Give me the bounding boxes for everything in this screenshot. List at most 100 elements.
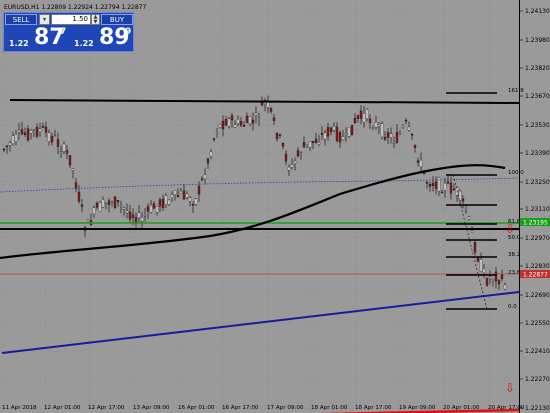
- down-arrow-icon: ⇩: [505, 222, 515, 236]
- price-tick-label: 1.23250: [525, 179, 550, 186]
- candle-body: [326, 127, 330, 137]
- candle-body: [116, 200, 120, 203]
- candle-body: [383, 137, 387, 140]
- candle-body: [224, 119, 228, 126]
- candle-body: [311, 141, 315, 143]
- candle-body: [485, 278, 489, 286]
- candle-body: [74, 182, 78, 189]
- candle-body: [170, 194, 174, 198]
- candle-body: [98, 202, 102, 212]
- candle-body: [395, 131, 399, 143]
- candle-body: [377, 124, 381, 127]
- symbol-info: EURUSD,H1 1.22809 1.22924 1.22794 1.2287…: [4, 4, 146, 11]
- time-tick-label: 19 Apr 09:00: [399, 405, 436, 411]
- time-tick-label: 18 Apr 01:00: [311, 405, 348, 411]
- candle-body: [86, 219, 90, 222]
- candle-body: [347, 126, 351, 137]
- candle-body: [254, 112, 258, 116]
- candle-body: [419, 159, 423, 168]
- lot-dropdown-icon[interactable]: ▾: [39, 14, 50, 25]
- candle-body: [59, 151, 63, 153]
- buy-button[interactable]: BUY: [101, 14, 133, 25]
- candle-body: [200, 178, 204, 181]
- candle-body: [95, 203, 99, 208]
- candle-body: [41, 126, 45, 128]
- candle-body: [404, 119, 408, 122]
- candle-body: [335, 126, 339, 141]
- fib-level-label: 0.0: [508, 304, 517, 310]
- candle-body: [389, 133, 393, 138]
- candle-body: [92, 207, 96, 215]
- candle-body: [176, 195, 180, 197]
- price-tick-label: 1.23980: [525, 37, 550, 44]
- time-tick-label: 16 Apr 17:00: [222, 405, 259, 411]
- candle-body: [239, 121, 243, 126]
- price-tick-label: 1.22270: [525, 376, 550, 383]
- candle-body: [407, 126, 411, 131]
- candle-body: [413, 144, 417, 148]
- buy-price-prefix: 1.22: [74, 39, 94, 48]
- candle-body: [320, 133, 324, 135]
- price-tick-label: 1.23820: [525, 65, 550, 72]
- candle-body: [53, 135, 57, 137]
- candle-body: [68, 155, 72, 166]
- price-chart[interactable]: EURUSD,H1 1.22809 1.22924 1.22794 1.2287…: [0, 0, 550, 413]
- candle-body: [26, 128, 30, 141]
- candle-body: [56, 139, 60, 147]
- candle-body: [440, 191, 444, 194]
- candle-body: [278, 134, 282, 136]
- candle-body: [449, 182, 453, 194]
- price-tick-label: 1.23390: [525, 150, 550, 157]
- price-tick-label: 1.22970: [525, 235, 550, 242]
- price-tick-label: 1.23110: [525, 206, 550, 213]
- fib-level-label: 23.6: [508, 270, 521, 276]
- candle-body: [158, 199, 162, 207]
- buy-price-display[interactable]: 1.22 89 9: [71, 26, 133, 51]
- candle-body: [461, 198, 465, 202]
- candle-body: [431, 183, 435, 187]
- candle-body: [380, 123, 384, 138]
- buy-price-fraction: 9: [125, 27, 132, 37]
- sell-price-fraction: 7: [60, 27, 67, 37]
- candle-body: [356, 115, 360, 119]
- candle-body: [44, 126, 48, 133]
- candle-body: [50, 136, 54, 143]
- candle-body: [209, 151, 213, 157]
- candle-body: [491, 279, 495, 281]
- time-tick-label: 18 Apr 17:00: [355, 405, 392, 411]
- candle-body: [329, 127, 333, 132]
- candle-body: [473, 242, 477, 253]
- candle-body: [494, 271, 498, 282]
- candle-body: [242, 125, 246, 127]
- candle-body: [119, 204, 123, 207]
- candle-body: [368, 118, 372, 123]
- candle-body: [305, 142, 309, 145]
- candle-body: [287, 166, 291, 171]
- candle-body: [362, 113, 366, 123]
- candle-body: [164, 195, 168, 205]
- candle-body: [245, 115, 249, 123]
- time-tick-label: 11 Apr 2018: [2, 405, 37, 411]
- candle-body: [398, 133, 402, 135]
- candle-body: [452, 188, 456, 191]
- time-tick-label: 17 Apr 09:00: [267, 405, 304, 411]
- candle-body: [77, 191, 81, 202]
- candle-body: [5, 145, 9, 148]
- candle-body: [302, 142, 306, 148]
- candle-body: [464, 210, 468, 212]
- candle-body: [203, 174, 207, 180]
- price-tag-label: 1.23195: [523, 220, 548, 227]
- candle-body: [110, 202, 114, 204]
- candle-body: [479, 259, 483, 272]
- candle-body: [272, 117, 276, 121]
- sell-button[interactable]: SELL: [5, 14, 37, 25]
- candle-body: [11, 135, 15, 145]
- lot-size-input[interactable]: 1.50: [51, 14, 91, 25]
- candle-body: [188, 197, 192, 202]
- lot-spinner-icon[interactable]: ▲ ▼: [91, 14, 100, 25]
- price-tick-label: 1.22690: [525, 292, 550, 299]
- candle-body: [152, 203, 156, 209]
- candle-body: [488, 276, 492, 279]
- candle-body: [428, 184, 432, 187]
- sell-price-display[interactable]: 1.22 87 7: [6, 26, 68, 51]
